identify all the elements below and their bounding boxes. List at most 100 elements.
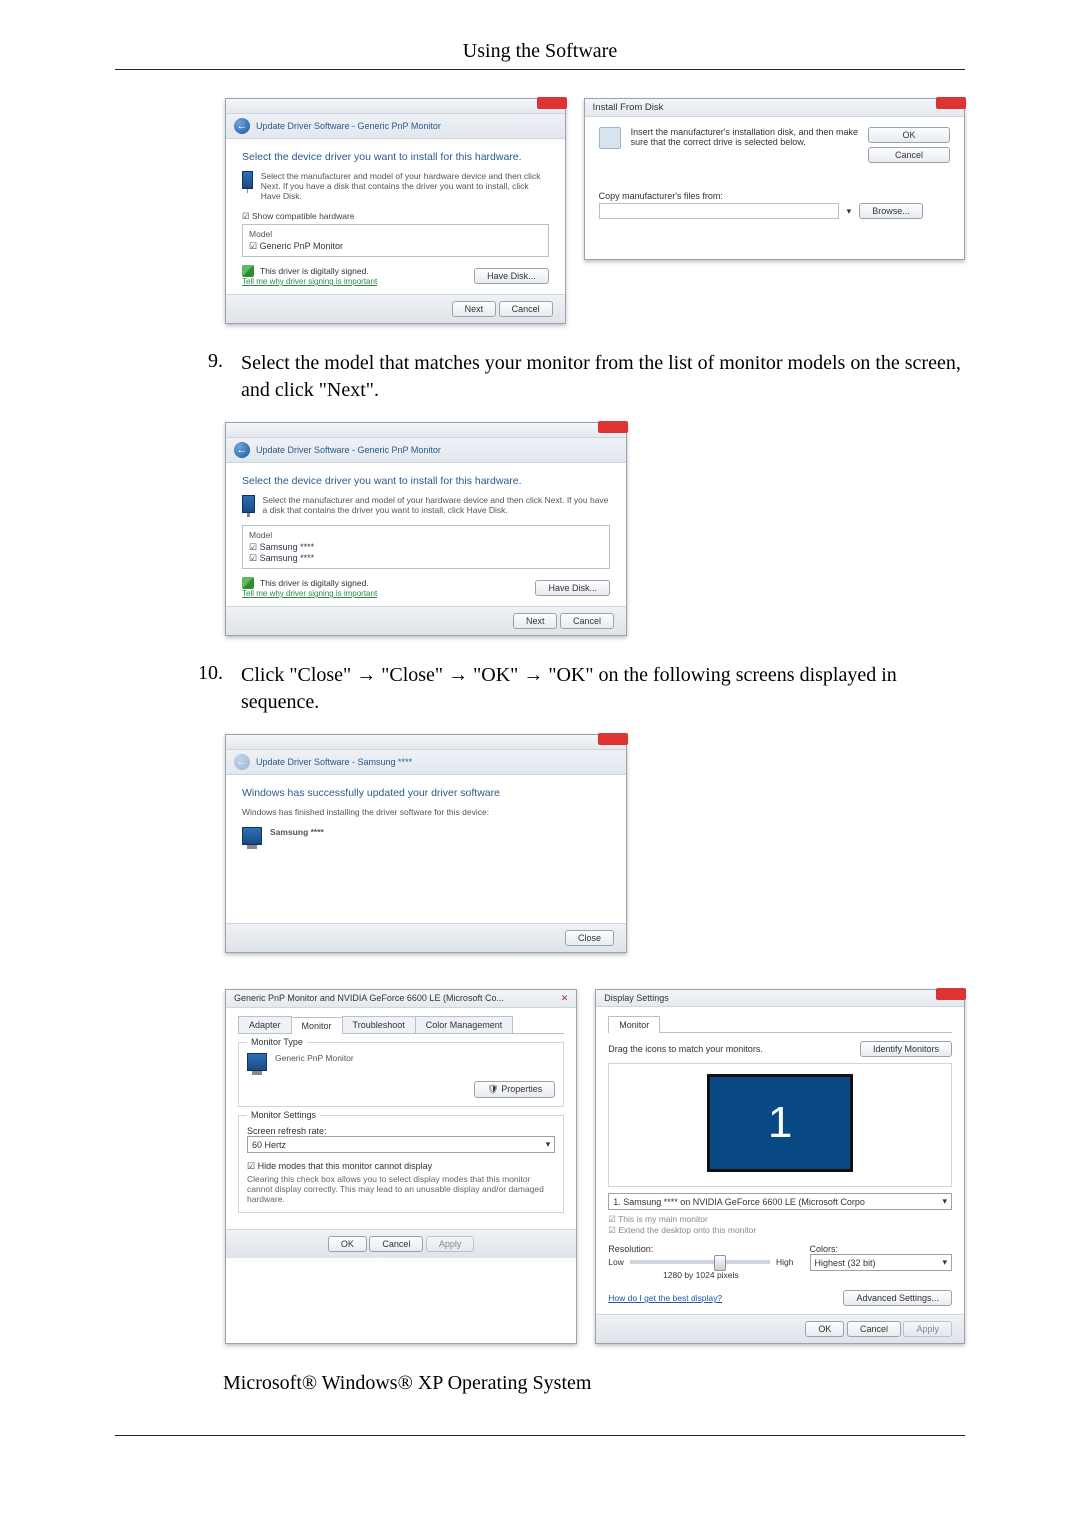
monitor-icon [242, 171, 253, 189]
model-list[interactable]: Model ☑ Samsung **** ☑ Samsung **** [242, 525, 610, 569]
have-disk-button[interactable]: Have Disk... [535, 580, 610, 596]
page-header: Using the Software [115, 40, 965, 63]
model-item[interactable]: ☑ Samsung **** [249, 553, 603, 564]
model-item[interactable]: ☑ Samsung **** [249, 542, 603, 553]
tab-troubleshoot[interactable]: Troubleshoot [342, 1016, 416, 1033]
resolution-label: Resolution: [608, 1244, 793, 1254]
monitor-select[interactable]: 1. Samsung **** on NVIDIA GeForce 6600 L… [608, 1193, 952, 1210]
monitor-type-label: Monitor Type [247, 1037, 307, 1047]
cancel-button[interactable]: Cancel [560, 613, 614, 629]
refresh-rate-select[interactable]: 60 Hertz▾ [247, 1136, 555, 1153]
hide-modes-checkbox[interactable]: ☑ [247, 1161, 258, 1171]
step-number: 9. [195, 350, 223, 404]
cancel-button[interactable]: Cancel [847, 1321, 901, 1337]
bottom-rule [115, 1435, 965, 1436]
step-text: Select the model that matches your monit… [241, 350, 965, 404]
drag-icons-text: Drag the icons to match your monitors. [608, 1044, 763, 1054]
tab-adapter[interactable]: Adapter [238, 1016, 292, 1033]
low-label: Low [608, 1257, 624, 1267]
close-icon[interactable] [598, 733, 628, 745]
signed-text: This driver is digitally signed. [260, 266, 369, 276]
next-button[interactable]: Next [513, 613, 558, 629]
signing-link[interactable]: Tell me why driver signing is important [242, 277, 377, 286]
cancel-button[interactable]: Cancel [369, 1236, 423, 1252]
close-button[interactable]: Close [565, 930, 614, 946]
extend-desktop-checkbox: ☑ [608, 1225, 618, 1235]
main-monitor-checkbox: ☑ [608, 1214, 618, 1224]
back-icon[interactable]: ← [234, 118, 250, 134]
update-driver-window-1: ← Update Driver Software - Generic PnP M… [225, 98, 566, 324]
breadcrumb: Update Driver Software - Generic PnP Mon… [256, 121, 441, 131]
disk-icon [599, 127, 621, 149]
best-display-link[interactable]: How do I get the best display? [608, 1293, 722, 1303]
os-subheading: Microsoft® Windows® XP Operating System [223, 1372, 965, 1395]
dialog-title: Display Settings [604, 993, 669, 1003]
chevron-down-icon: ▾ [942, 1196, 947, 1207]
dropdown-arrow-icon[interactable]: ▾ [847, 206, 852, 217]
top-rule [115, 69, 965, 70]
colors-select[interactable]: Highest (32 bit)▾ [810, 1254, 953, 1271]
tab-monitor[interactable]: Monitor [608, 1016, 660, 1033]
back-icon[interactable]: ← [234, 442, 250, 458]
close-icon[interactable] [936, 97, 966, 109]
close-icon[interactable] [936, 988, 966, 1000]
back-icon: ← [234, 754, 250, 770]
model-header: Model [249, 229, 542, 239]
monitor-icon [242, 495, 255, 513]
ok-button[interactable]: OK [805, 1321, 844, 1337]
resolution-slider[interactable] [630, 1260, 770, 1264]
shield-icon [242, 577, 254, 589]
dialog-heading: Select the device driver you want to ins… [242, 151, 549, 163]
dialog-heading: Select the device driver you want to ins… [242, 475, 610, 487]
breadcrumb: Update Driver Software - Generic PnP Mon… [256, 445, 441, 455]
signing-link[interactable]: Tell me why driver signing is important [242, 589, 377, 598]
model-item[interactable]: ☑ Generic PnP Monitor [249, 241, 542, 252]
monitor-name: Generic PnP Monitor [275, 1053, 354, 1071]
close-icon[interactable]: ✕ [561, 993, 569, 1004]
apply-button: Apply [426, 1236, 475, 1252]
chevron-down-icon: ▾ [546, 1139, 551, 1150]
next-button[interactable]: Next [452, 301, 497, 317]
ok-button[interactable]: OK [328, 1236, 367, 1252]
tab-color-management[interactable]: Color Management [415, 1016, 514, 1033]
monitor-icon [247, 1053, 267, 1071]
update-driver-success-window: ← Update Driver Software - Samsung **** … [225, 734, 627, 953]
sub-text: Windows has finished installing the driv… [242, 807, 610, 817]
apply-button: Apply [903, 1321, 952, 1337]
have-disk-button[interactable]: Have Disk... [474, 268, 549, 284]
model-header: Model [249, 530, 603, 540]
copy-from-input[interactable] [599, 203, 839, 219]
close-icon[interactable] [598, 421, 628, 433]
cancel-button[interactable]: Cancel [868, 147, 950, 163]
hint-text: Select the manufacturer and model of you… [261, 171, 549, 201]
identify-monitors-button[interactable]: Identify Monitors [860, 1041, 952, 1057]
shield-icon [242, 265, 254, 277]
resolution-value: 1280 by 1024 pixels [608, 1270, 793, 1280]
monitor-preview[interactable]: 1 [707, 1074, 853, 1172]
monitor-icon [242, 827, 262, 845]
step-text: Click "Close" → "Close" → "OK" → "OK" on… [241, 662, 965, 716]
cancel-button[interactable]: Cancel [499, 301, 553, 317]
browse-button[interactable]: Browse... [859, 203, 923, 219]
refresh-rate-label: Screen refresh rate: [247, 1126, 555, 1136]
breadcrumb: Update Driver Software - Samsung **** [256, 757, 412, 767]
copy-from-label: Copy manufacturer's files from: [599, 191, 950, 201]
model-list[interactable]: Model ☑ Generic PnP Monitor [242, 224, 549, 257]
properties-button[interactable]: 🛡 Properties [474, 1081, 555, 1098]
monitor-properties-dialog: Generic PnP Monitor and NVIDIA GeForce 6… [225, 989, 577, 1344]
chevron-down-icon: ▾ [942, 1257, 947, 1268]
tab-monitor[interactable]: Monitor [291, 1017, 343, 1034]
dialog-title: Generic PnP Monitor and NVIDIA GeForce 6… [234, 993, 504, 1004]
hint-text: Select the manufacturer and model of you… [263, 495, 610, 515]
install-from-disk-dialog: Install From Disk Insert the manufacture… [584, 98, 965, 260]
advanced-settings-button[interactable]: Advanced Settings... [843, 1290, 952, 1306]
show-compat-checkbox[interactable]: ☑ [242, 211, 252, 221]
colors-label: Colors: [810, 1244, 953, 1254]
ok-button[interactable]: OK [868, 127, 950, 143]
signed-text: This driver is digitally signed. [260, 578, 369, 588]
close-icon[interactable] [537, 97, 567, 109]
display-settings-dialog: Display Settings Monitor Drag the icons … [595, 989, 965, 1344]
high-label: High [776, 1257, 793, 1267]
dialog-heading: Windows has successfully updated your dr… [242, 787, 610, 799]
update-driver-window-2: ← Update Driver Software - Generic PnP M… [225, 422, 627, 636]
